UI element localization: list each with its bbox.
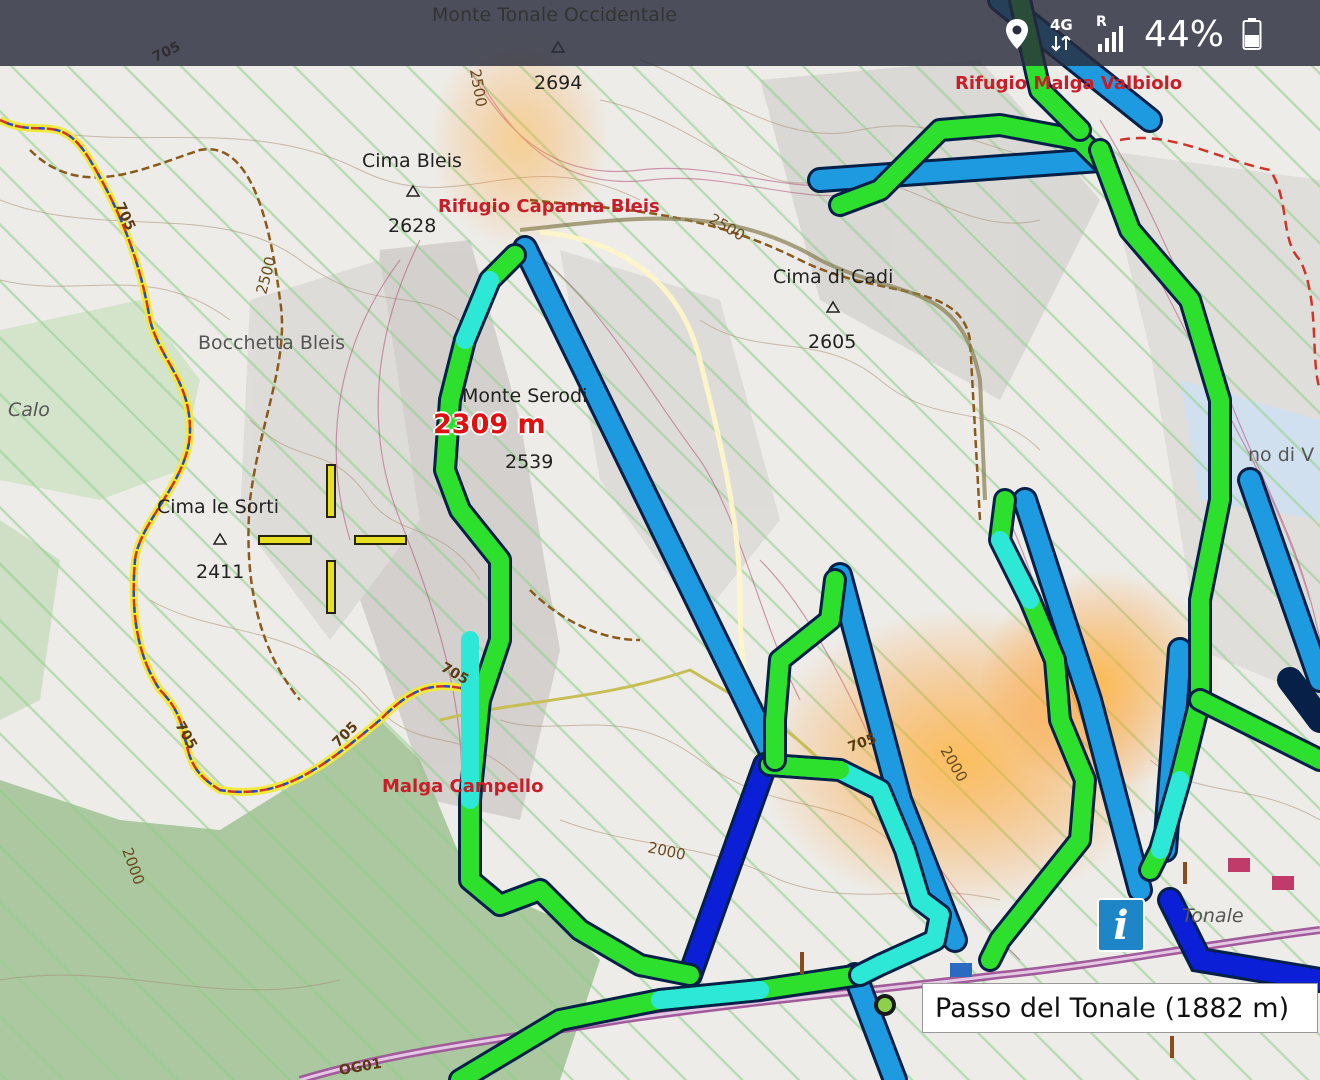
peak-elevation: 2411: [196, 561, 244, 583]
status-bar: Monte Tonale Occidentale 4G R 44%: [0, 0, 1320, 66]
peak-name-cima-le-sorti: Cima le Sorti: [157, 496, 279, 518]
top-peak-label: Monte Tonale Occidentale: [432, 4, 677, 26]
poi-rifugio-capanna: Rifugio Capanna Bleis: [438, 196, 660, 217]
peak-name-monte-serodi: Monte Serodi: [462, 385, 587, 407]
place-marker-inner: [878, 998, 892, 1012]
poi-rifugio-malga: Rifugio Malga Valbiolo: [955, 73, 1182, 94]
label-lago: no di V: [1248, 444, 1314, 466]
peak-elevation: 2694: [534, 72, 582, 94]
battery-percentage: 44%: [1143, 13, 1224, 55]
battery-icon: [1242, 18, 1262, 50]
status-icons: 4G R 44%: [1004, 12, 1262, 56]
peak-elevation: 2539: [505, 451, 553, 473]
peak-name-cima-di-cadi: Cima di Cadi: [773, 266, 893, 288]
info-button[interactable]: i: [1097, 898, 1145, 952]
signal-icon: R: [1096, 14, 1126, 54]
peak-elevation: 2628: [388, 215, 436, 237]
cursor-altitude-label: 2309 m: [433, 409, 546, 440]
poi-malga-campello: Malga Campello: [382, 776, 543, 797]
network-4g-icon: 4G: [1048, 14, 1078, 54]
network-type: 4G: [1049, 16, 1073, 34]
label-calo: Calo: [8, 399, 50, 421]
place-callout[interactable]: Passo del Tonale (1882 m): [922, 983, 1318, 1033]
peak-name-cima-bleis: Cima Bleis: [362, 150, 462, 172]
location-pin-icon: [1005, 19, 1028, 49]
label-bocchetta: Bocchetta Bleis: [198, 332, 345, 354]
label-tonale: Tonale: [1182, 905, 1244, 927]
peak-elevation: 2605: [808, 331, 856, 353]
